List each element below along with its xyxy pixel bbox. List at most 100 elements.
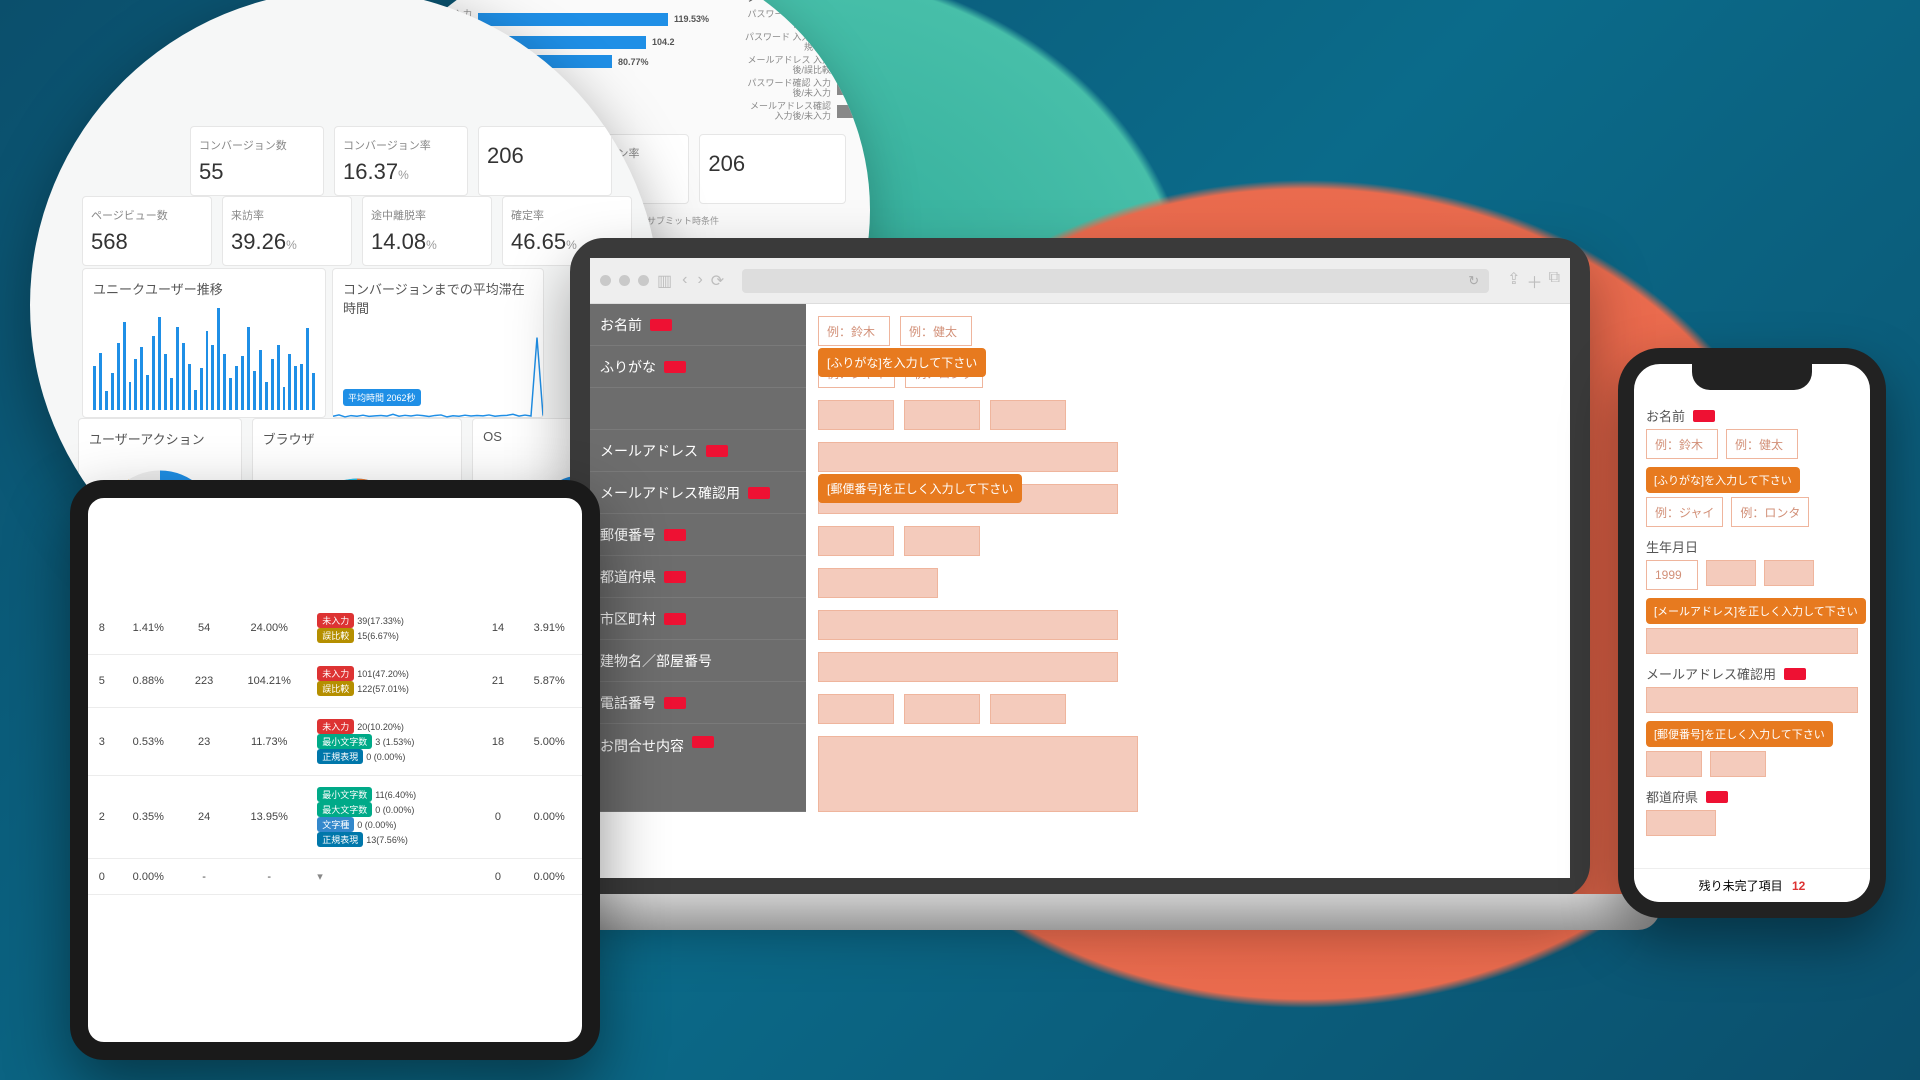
sidebar-icon[interactable]: ▥ xyxy=(657,271,672,291)
text-input[interactable] xyxy=(818,526,894,556)
text-input[interactable] xyxy=(990,400,1066,430)
field-label: お名前 xyxy=(1646,406,1685,425)
field-label-row: お名前 xyxy=(590,304,806,346)
table-row: 00.00%--▾00.00% xyxy=(88,859,582,895)
pref-input[interactable] xyxy=(1646,810,1716,836)
field-row: [郵便番号]を正しく入力して下さい xyxy=(818,478,1558,520)
share-icon[interactable]: ⇪ xyxy=(1507,269,1520,293)
panel-title: ブラウザ xyxy=(253,419,461,458)
kana-input[interactable]: 例：ジャイ xyxy=(1646,497,1723,527)
day-input[interactable] xyxy=(1764,560,1814,586)
text-input[interactable] xyxy=(818,652,1118,682)
panel-cv-time: コンバージョンまでの平均滞在時間 平均時間 2062秒 xyxy=(332,268,544,418)
field-row xyxy=(818,562,1558,604)
required-badge xyxy=(664,571,686,583)
field-label-row: ふりがな xyxy=(590,346,806,388)
worst-cond-title: ワースト条件別… xyxy=(745,0,870,5)
year-input[interactable]: 1999 xyxy=(1646,560,1698,590)
metric-card: 206 xyxy=(478,126,612,196)
text-input[interactable]: 例：健太 xyxy=(900,316,972,346)
laptop-mock: ▥ ‹ › ⟳ ↻ ⇪ ＋ ⧉ 必須項目に入力の上 送信ボタンを押してください。… xyxy=(570,238,1590,898)
text-input[interactable] xyxy=(818,442,1118,472)
email-input[interactable] xyxy=(1646,628,1858,654)
email-confirm-input[interactable] xyxy=(1646,687,1858,713)
field-row: [ふりがな]を入力して下さい例：ジャイ例：ロンタ xyxy=(818,352,1558,394)
tabs-icon[interactable]: ⧉ xyxy=(1549,269,1560,293)
field-label: 生年月日 xyxy=(1646,537,1698,556)
phone-mock: お名前 例：鈴木例：健太 [ふりがな]を入力して下さい 例：ジャイ例：ロンタ 生… xyxy=(1618,348,1886,918)
hbar-row: パスワード確認 入力後/未入力 xyxy=(745,78,870,98)
name-input[interactable]: 例：健太 xyxy=(1726,429,1798,459)
add-icon[interactable]: ＋ xyxy=(1527,269,1543,293)
text-input[interactable]: 例：鈴木 xyxy=(818,316,890,346)
field-label-row: 市区町村 xyxy=(590,598,806,640)
metric-card: 206 xyxy=(699,134,846,204)
refresh-icon[interactable]: ↻ xyxy=(1468,273,1479,289)
nav-buttons[interactable]: ▥ ‹ › xyxy=(657,271,703,291)
metric-card: 途中離脱率14.08% xyxy=(362,196,492,266)
url-bar[interactable]: ↻ xyxy=(742,269,1489,293)
table-row: 50.88%223104.21%未入力101(47.20%)誤比較122(57.… xyxy=(88,655,582,708)
name-input[interactable]: 例：鈴木 xyxy=(1646,429,1718,459)
required-badge xyxy=(664,613,686,625)
field-row xyxy=(818,730,1558,818)
analytics-table: 81.41%5424.00%未入力39(17.33%)誤比較15(6.67%)1… xyxy=(88,602,582,895)
footer-count: 12 xyxy=(1792,879,1805,893)
field-row xyxy=(818,604,1558,646)
text-input[interactable] xyxy=(904,694,980,724)
window-button[interactable] xyxy=(600,275,611,286)
required-badge xyxy=(1693,410,1715,422)
text-input[interactable] xyxy=(818,400,894,430)
field-label-row: 電話番号 xyxy=(590,682,806,724)
table-row: 81.41%5424.00%未入力39(17.33%)誤比較15(6.67%)1… xyxy=(88,602,582,655)
required-badge xyxy=(706,445,728,457)
required-badge xyxy=(692,736,714,748)
reload-icon[interactable]: ⟳ xyxy=(711,271,724,291)
tablet-mock: 81.41%5424.00%未入力39(17.33%)誤比較15(6.67%)1… xyxy=(70,480,600,1060)
field-row xyxy=(818,646,1558,688)
kana-input[interactable]: 例：ロンタ xyxy=(1731,497,1809,527)
month-input[interactable] xyxy=(1706,560,1756,586)
required-badge xyxy=(664,529,686,541)
field-label-row xyxy=(590,388,806,430)
panel-title: コンバージョンまでの平均滞在時間 xyxy=(333,269,543,327)
metric-card: コンバージョン数55 xyxy=(190,126,324,196)
line-avg-tag: 平均時間 2062秒 xyxy=(343,389,421,406)
footer-label: 残り未完了項目 xyxy=(1699,879,1783,893)
metric-card: ページビュー数568 xyxy=(82,196,212,266)
panel-title: ユーザーアクション xyxy=(79,419,241,458)
field-row: 例：鈴木例：健太 xyxy=(818,310,1558,352)
text-input[interactable] xyxy=(818,568,938,598)
text-input[interactable] xyxy=(904,526,980,556)
field-label: 都道府県 xyxy=(1646,787,1698,806)
metric-card: コンバージョン率16.37% xyxy=(334,126,468,196)
required-badge xyxy=(1784,668,1806,680)
field-label-row: 郵便番号 xyxy=(590,514,806,556)
metric-card: 来訪率39.26% xyxy=(222,196,352,266)
window-button[interactable] xyxy=(638,275,649,286)
panel-unique-users: ユニークユーザー推移 xyxy=(82,268,326,418)
field-label-row: 建物名／部屋番号 xyxy=(590,640,806,682)
required-badge xyxy=(664,697,686,709)
back-icon[interactable]: ‹ xyxy=(682,271,687,291)
hbar-row: メールアドレス 入力後/誤比較 xyxy=(745,55,870,75)
zip-input[interactable] xyxy=(1646,751,1702,777)
text-input[interactable] xyxy=(818,736,1138,812)
field-label-row: お問合せ内容 xyxy=(590,724,806,812)
phone-footer: 残り未完了項目 12 xyxy=(1634,868,1870,902)
text-input[interactable] xyxy=(990,694,1066,724)
error-tip: [メールアドレス]を正しく入力して下さい xyxy=(1646,598,1866,624)
text-input[interactable] xyxy=(818,610,1118,640)
field-row xyxy=(818,436,1558,478)
field-label-row: メールアドレス確認用 xyxy=(590,472,806,514)
zip-input[interactable] xyxy=(1710,751,1766,777)
error-tip: [ふりがな]を入力して下さい xyxy=(1646,467,1800,493)
forward-icon[interactable]: › xyxy=(697,271,702,291)
window-button[interactable] xyxy=(619,275,630,286)
browser-toolbar: ▥ ‹ › ⟳ ↻ ⇪ ＋ ⧉ xyxy=(590,258,1570,304)
required-badge xyxy=(664,361,686,373)
table-row: 30.53%2311.73%未入力20(10.20%)最小文字数3 (1.53%… xyxy=(88,708,582,776)
text-input[interactable] xyxy=(818,694,894,724)
field-label: メールアドレス確認用 xyxy=(1646,664,1776,683)
text-input[interactable] xyxy=(904,400,980,430)
